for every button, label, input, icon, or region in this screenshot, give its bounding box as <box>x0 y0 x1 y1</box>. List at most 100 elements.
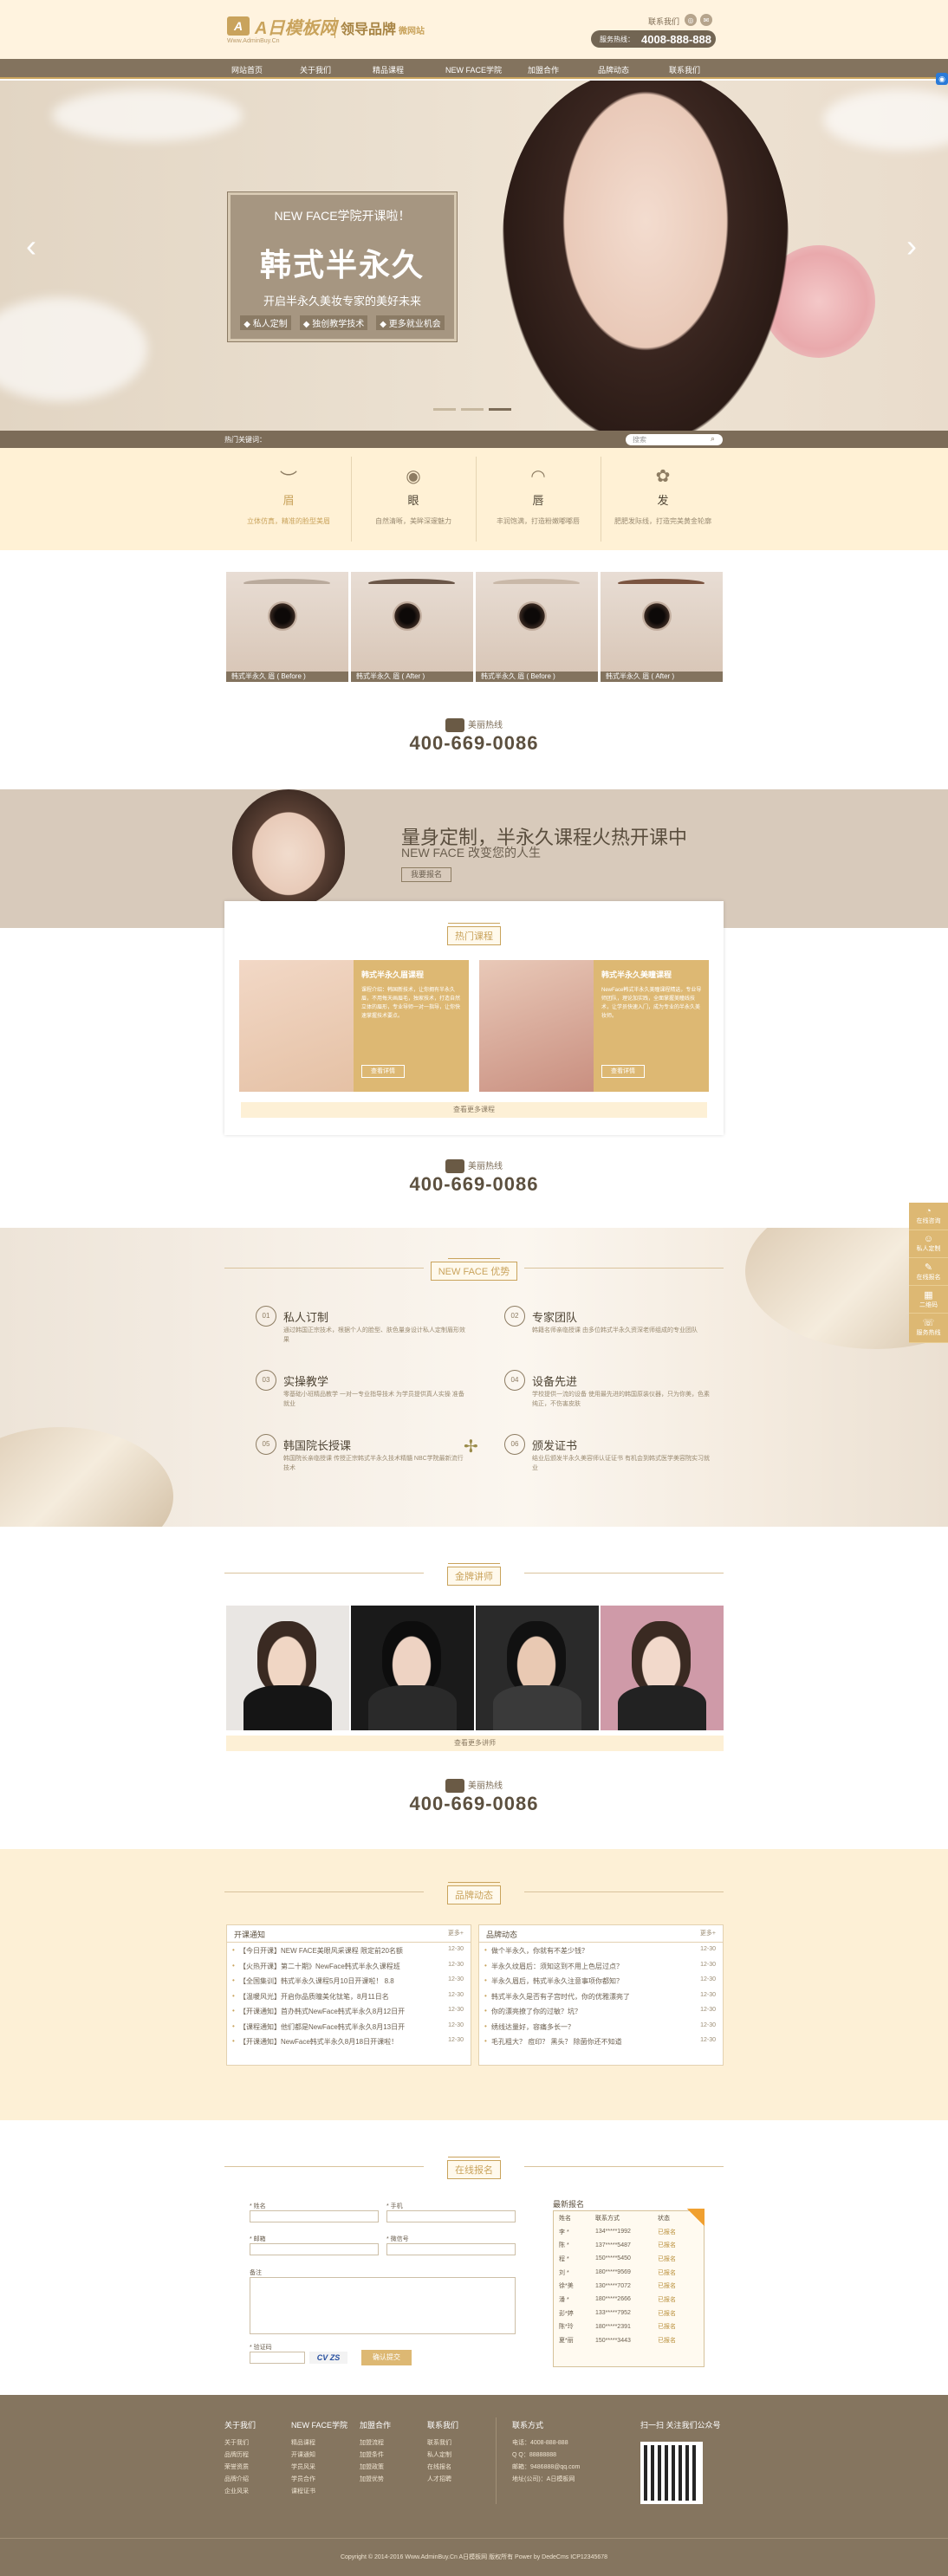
copyright: Copyright © 2014-2016 Www.AdminBuy.Cn A日… <box>0 2538 948 2576</box>
list-item[interactable]: 绣线达量好，容痛多长一？12-30 <box>479 2019 723 2034</box>
section-title: 品牌动态 <box>422 1872 526 1904</box>
side-custom[interactable]: ☺ 私人定制 <box>909 1230 948 1258</box>
phone-input[interactable] <box>386 2210 516 2222</box>
list-item[interactable]: 半永久眉后，韩式半永久注意事项你都知？12-30 <box>479 1973 723 1989</box>
table-row: 程 * 150*****5450 已报名 <box>559 2255 676 2262</box>
phone-icon <box>445 1159 464 1174</box>
before-after-photo[interactable] <box>601 572 723 672</box>
footer-link[interactable]: 私人定制 <box>427 2450 451 2459</box>
list-item[interactable]: 做个半永久，你就有不差少钱？12-30 <box>479 1943 723 1958</box>
nav-item-home[interactable]: 网站首页 <box>231 64 263 75</box>
list-item[interactable]: 毛孔粗大？ 痘印？ 黑头？ 除菌你还不知道12-30 <box>479 2034 723 2049</box>
slider-next-icon[interactable]: › <box>906 228 917 264</box>
captcha-input[interactable] <box>250 2352 305 2364</box>
hero-banner[interactable]: NEW FACE学院开课啦！ 韩式半永久 开启半永久美妆专家的美好未来 ◆ 私人… <box>0 81 948 431</box>
nav-item-newface[interactable]: NEW FACE学院 <box>445 64 502 75</box>
advantages-section: NEW FACE 优势 01 私人订制 通过韩国正宗技术，根据个人的脸型、肤色量身设… <box>0 1228 948 1527</box>
footer-link[interactable]: 课程证书 <box>291 2487 315 2495</box>
list-item[interactable]: 韩式半永久是否有子宫时代，你的优雅漂亮了12-30 <box>479 1989 723 2004</box>
footer-link[interactable]: 关于我们 <box>224 2438 249 2447</box>
table-row: 陈*玲 180*****2391 已报名 <box>559 2323 676 2331</box>
footer-link[interactable]: 加盟条件 <box>360 2450 384 2459</box>
submit-button[interactable]: 确认提交 <box>361 2350 412 2365</box>
footer-link[interactable]: 学员风采 <box>291 2462 315 2471</box>
slider-dot-active[interactable] <box>489 408 511 411</box>
phone-icon <box>445 718 464 733</box>
course-card[interactable]: 韩式半永久眉课程 课程介绍：韩国新技术，让你拥有半永久眉，不用每天画眉毛，独家技… <box>239 960 469 1092</box>
slider-dot[interactable] <box>461 408 484 411</box>
side-qrcode[interactable]: ▦ 二维码 <box>909 1286 948 1314</box>
course-card[interactable]: 韩式半永久美瞳课程 NewFace韩式半永久美瞳课程精选，专业导师团队，理论加实… <box>479 960 709 1092</box>
keyword-label: 热门关键词： <box>224 436 266 444</box>
list-item[interactable]: 【开课通知】NewFace韩式半永久8月18日开课啦！12-30 <box>227 2034 471 2049</box>
slider-prev-icon[interactable]: ‹ <box>26 228 36 264</box>
teacher-photo[interactable] <box>226 1606 349 1730</box>
note-textarea[interactable] <box>250 2277 516 2334</box>
feature-brow[interactable]: ︶ 眉 立体仿真，精准的脸型美眉 <box>226 448 351 550</box>
footer-link[interactable]: 加盟优势 <box>360 2475 384 2483</box>
more-courses-link[interactable]: 查看更多课程 <box>241 1102 707 1118</box>
footer-link[interactable]: 荣誉资质 <box>224 2462 249 2471</box>
before-after-photo[interactable] <box>226 572 348 672</box>
course-detail-button[interactable]: 查看详情 <box>361 1065 405 1078</box>
corner-service-icon[interactable]: ◉ <box>936 73 948 85</box>
list-item[interactable]: 你的漂亮撩了你的过敏？坑？12-30 <box>479 2003 723 2019</box>
list-item[interactable]: 【课程通知】他们都是NewFace韩式半永久8月13日开12-30 <box>227 2019 471 2034</box>
search-icon[interactable]: ⌕ <box>711 434 715 444</box>
header: A A日模板网 Www.AdminBuy.Cn 领导品牌 微网站 联系我们 ◎ ✉… <box>0 0 948 59</box>
captcha-image[interactable]: CV ZS <box>309 2352 347 2364</box>
form-label: * 邮箱 <box>250 2236 266 2242</box>
feature-lip[interactable]: ◠ 唇 丰润饱满，打造粉嫩嘟嘟唇 <box>476 448 601 550</box>
teacher-photo[interactable] <box>601 1606 724 1730</box>
nav-item-news[interactable]: 品牌动态 <box>598 64 629 75</box>
form-label: 备注 <box>250 2270 262 2276</box>
footer-link[interactable]: 加盟流程 <box>360 2438 384 2447</box>
list-item[interactable]: 【温暖风光】开启你品质瞳美化钛笔，8月11日名12-30 <box>227 1989 471 2004</box>
side-hotline[interactable]: ☏ 服务热线 <box>909 1314 948 1343</box>
footer-link[interactable]: 联系我们 <box>427 2438 451 2447</box>
side-signup[interactable]: ✎ 在线报名 <box>909 1258 948 1286</box>
nav-item-join[interactable]: 加盟合作 <box>528 64 559 75</box>
footer-link[interactable]: 学员合作 <box>291 2475 315 2483</box>
before-after-photo[interactable] <box>476 572 598 672</box>
nav-item-courses[interactable]: 精品课程 <box>373 64 404 75</box>
lip-icon: ◠ <box>530 467 546 486</box>
before-after-photo[interactable] <box>351 572 473 672</box>
list-item[interactable]: 【火热开课】第二十期》NewFace韩式半永久课程班12-30 <box>227 1958 471 1974</box>
signup-button[interactable]: 我要报名 <box>401 867 451 882</box>
feature-hair[interactable]: ✿ 发 肥肥发际线，打造完美黄金轮廓 <box>601 448 725 550</box>
footer-link[interactable]: 在线报名 <box>427 2462 451 2471</box>
footer-link[interactable]: 品牌历程 <box>224 2450 249 2459</box>
footer-link[interactable]: 品牌介绍 <box>224 2475 249 2483</box>
feature-eye[interactable]: ◉ 眼 自然清晰，美眸深邃魅力 <box>351 448 476 550</box>
wechat-input[interactable] <box>386 2243 516 2255</box>
more-teachers-link[interactable]: 查看更多讲师 <box>226 1736 724 1751</box>
hero-tag: ◆ 独创教学技术 <box>299 315 368 330</box>
list-item[interactable]: 半永久纹眉后：须知这到不用上色层过点？12-30 <box>479 1958 723 1974</box>
logo[interactable]: A A日模板网 <box>227 14 336 38</box>
teacher-photo[interactable] <box>476 1606 599 1730</box>
footer-link[interactable]: 加盟政策 <box>360 2462 384 2471</box>
teacher-photo[interactable] <box>351 1606 474 1730</box>
top-contact-link[interactable]: 联系我们 <box>648 16 679 27</box>
list-item[interactable]: 【全国集训】韩式半永久课程5月10日开课啦！ 8.812-30 <box>227 1973 471 1989</box>
course-name: 韩式半永久眉课程 <box>361 970 425 979</box>
footer-link[interactable]: 企业风采 <box>224 2487 249 2495</box>
footer-link[interactable]: 精品课程 <box>291 2438 315 2447</box>
nav-item-contact[interactable]: 联系我们 <box>669 64 700 75</box>
footer-link[interactable]: 人才招聘 <box>427 2475 451 2483</box>
news-more-link[interactable]: 更多+ <box>448 1929 464 1938</box>
news-more-link[interactable]: 更多+ <box>700 1929 716 1938</box>
wechat-icon[interactable]: ✉ <box>700 14 712 26</box>
footer-link[interactable]: 开课通知 <box>291 2450 315 2459</box>
side-consult[interactable]: ◔ 在线咨询 <box>909 1203 948 1230</box>
course-detail-button[interactable]: 查看详情 <box>601 1065 645 1078</box>
slider-dot[interactable] <box>433 408 456 411</box>
weibo-icon[interactable]: ◎ <box>685 14 697 26</box>
email-input[interactable] <box>250 2243 379 2255</box>
list-item[interactable]: 【今日开课】NEW FACE美眼风采课程 限定前20名额12-30 <box>227 1943 471 1958</box>
search-input[interactable]: 搜索 <box>626 434 723 445</box>
name-input[interactable] <box>250 2210 379 2222</box>
list-item[interactable]: 【开课通知】首办韩式NewFace韩式半永久8月12日开12-30 <box>227 2003 471 2019</box>
nav-item-about[interactable]: 关于我们 <box>300 64 331 75</box>
